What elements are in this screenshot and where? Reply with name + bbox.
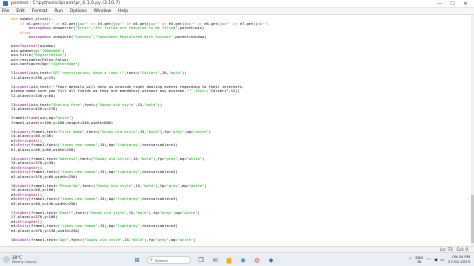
search-icon: ⌕ xyxy=(150,257,153,263)
cloud-icon xyxy=(3,256,10,263)
chrome-browser-icon[interactable]: ◍ xyxy=(253,256,262,265)
code-line[interactable]: messagebox.showerror("Error","All fields… xyxy=(11,26,204,31)
python-glyph: ◆ xyxy=(268,256,274,264)
taskbar-search[interactable]: ⌕ Search xyxy=(147,256,191,264)
weather-widget[interactable]: 28°C Mostly cloudy xyxy=(3,255,43,265)
chat-icon[interactable]: ✉ xyxy=(211,256,220,265)
menu-format[interactable]: Format xyxy=(32,8,47,15)
file-explorer-icon[interactable]: ▆ xyxy=(225,256,234,265)
start-glyph: ⊞ xyxy=(134,256,140,264)
menu-options[interactable]: Options xyxy=(70,8,87,15)
clock-date: 27-02-2023 xyxy=(447,259,470,264)
clock[interactable]: 09:34 PM 27-02-2023 xyxy=(448,255,470,264)
taskbar: 28°C Mostly cloudy ⊞ ⌕ Search ❐ ✉ ▆ ◉ ◍ … xyxy=(0,252,474,266)
menu-edit[interactable]: Edit xyxy=(16,8,25,15)
chat-glyph: ✉ xyxy=(212,256,218,264)
code-line[interactable]: l3.place(x=420,y=170) xyxy=(11,107,58,112)
task-view-icon[interactable]: ❐ xyxy=(197,256,206,265)
code-line[interactable]: l8=Label(frame1,text="Age",font=("Goudy … xyxy=(11,238,195,243)
menu-run[interactable]: Run xyxy=(54,8,62,15)
system-tray: ⌃ ENG IN ◠ ◀ ▭ 09:34 PM 27-02-2023 xyxy=(407,254,470,266)
code-line[interactable]: e4.place(x=370,y=130,width=250) xyxy=(11,229,80,234)
battery-icon[interactable]: ▭ xyxy=(440,258,444,263)
code-line[interactable]: win.configure(bg="lightorange") xyxy=(11,62,80,67)
window-controls: — ☐ ✕ xyxy=(433,0,472,8)
maximize-button[interactable]: ☐ xyxy=(446,0,459,8)
volume-icon[interactable]: ◀ xyxy=(434,258,437,263)
code-line[interactable]: l2.place(x=140,y=60) xyxy=(11,94,55,99)
code-line[interactable]: e2.place(x=370,y=60,width=250) xyxy=(11,175,78,180)
file-explorer-glyph: ▆ xyxy=(226,256,232,264)
menu-window[interactable]: Window xyxy=(94,8,111,15)
code-line[interactable]: e3.place(x=50,y=130,width=250) xyxy=(11,202,78,207)
menu-bar: File Edit Format Run Options Window Help xyxy=(0,8,474,15)
language-region: IN xyxy=(417,260,422,264)
windows-start-icon[interactable]: ⊞ xyxy=(133,256,142,265)
chrome-glyph: ◍ xyxy=(254,256,260,264)
code-line[interactable]: frame1.place(x=100,y=200,height=340,widt… xyxy=(11,121,113,126)
edge-browser-icon[interactable]: ◉ xyxy=(239,256,248,265)
search-placeholder: Search xyxy=(154,257,168,263)
task-view-glyph: ❐ xyxy=(198,256,204,264)
minimize-button[interactable]: — xyxy=(433,0,446,8)
window-title: pentest - C:\python\cliprank\pr_0.1.0.py… xyxy=(11,1,121,6)
code-line[interactable]: l1.place(x=290,y=15) xyxy=(11,76,55,81)
language-indicator[interactable]: ENG IN xyxy=(416,256,424,264)
code-line[interactable]: messagebox.showinfo("Success","Candidate… xyxy=(11,35,207,40)
taskbar-apps: ⊞ ⌕ Search ❐ ✉ ▆ ◉ ◍ ◆ xyxy=(130,255,278,265)
code-line[interactable]: e1.place(x=50,y=60,width=250) xyxy=(11,148,75,153)
tray-overflow-chevron-icon[interactable]: ⌃ xyxy=(408,258,412,263)
python-idle-icon[interactable]: ◆ xyxy=(267,256,276,265)
menu-help[interactable]: Help xyxy=(118,8,128,15)
python-app-icon xyxy=(3,1,8,6)
wifi-icon[interactable]: ◠ xyxy=(427,258,431,263)
edge-glyph: ◉ xyxy=(240,256,246,264)
code-editor[interactable]: def submit_click(): if e1.get()=='' or e… xyxy=(0,15,472,246)
menu-file[interactable]: File xyxy=(2,8,9,15)
close-button[interactable]: ✕ xyxy=(459,0,472,8)
weather-description: Mostly cloudy xyxy=(12,260,37,264)
